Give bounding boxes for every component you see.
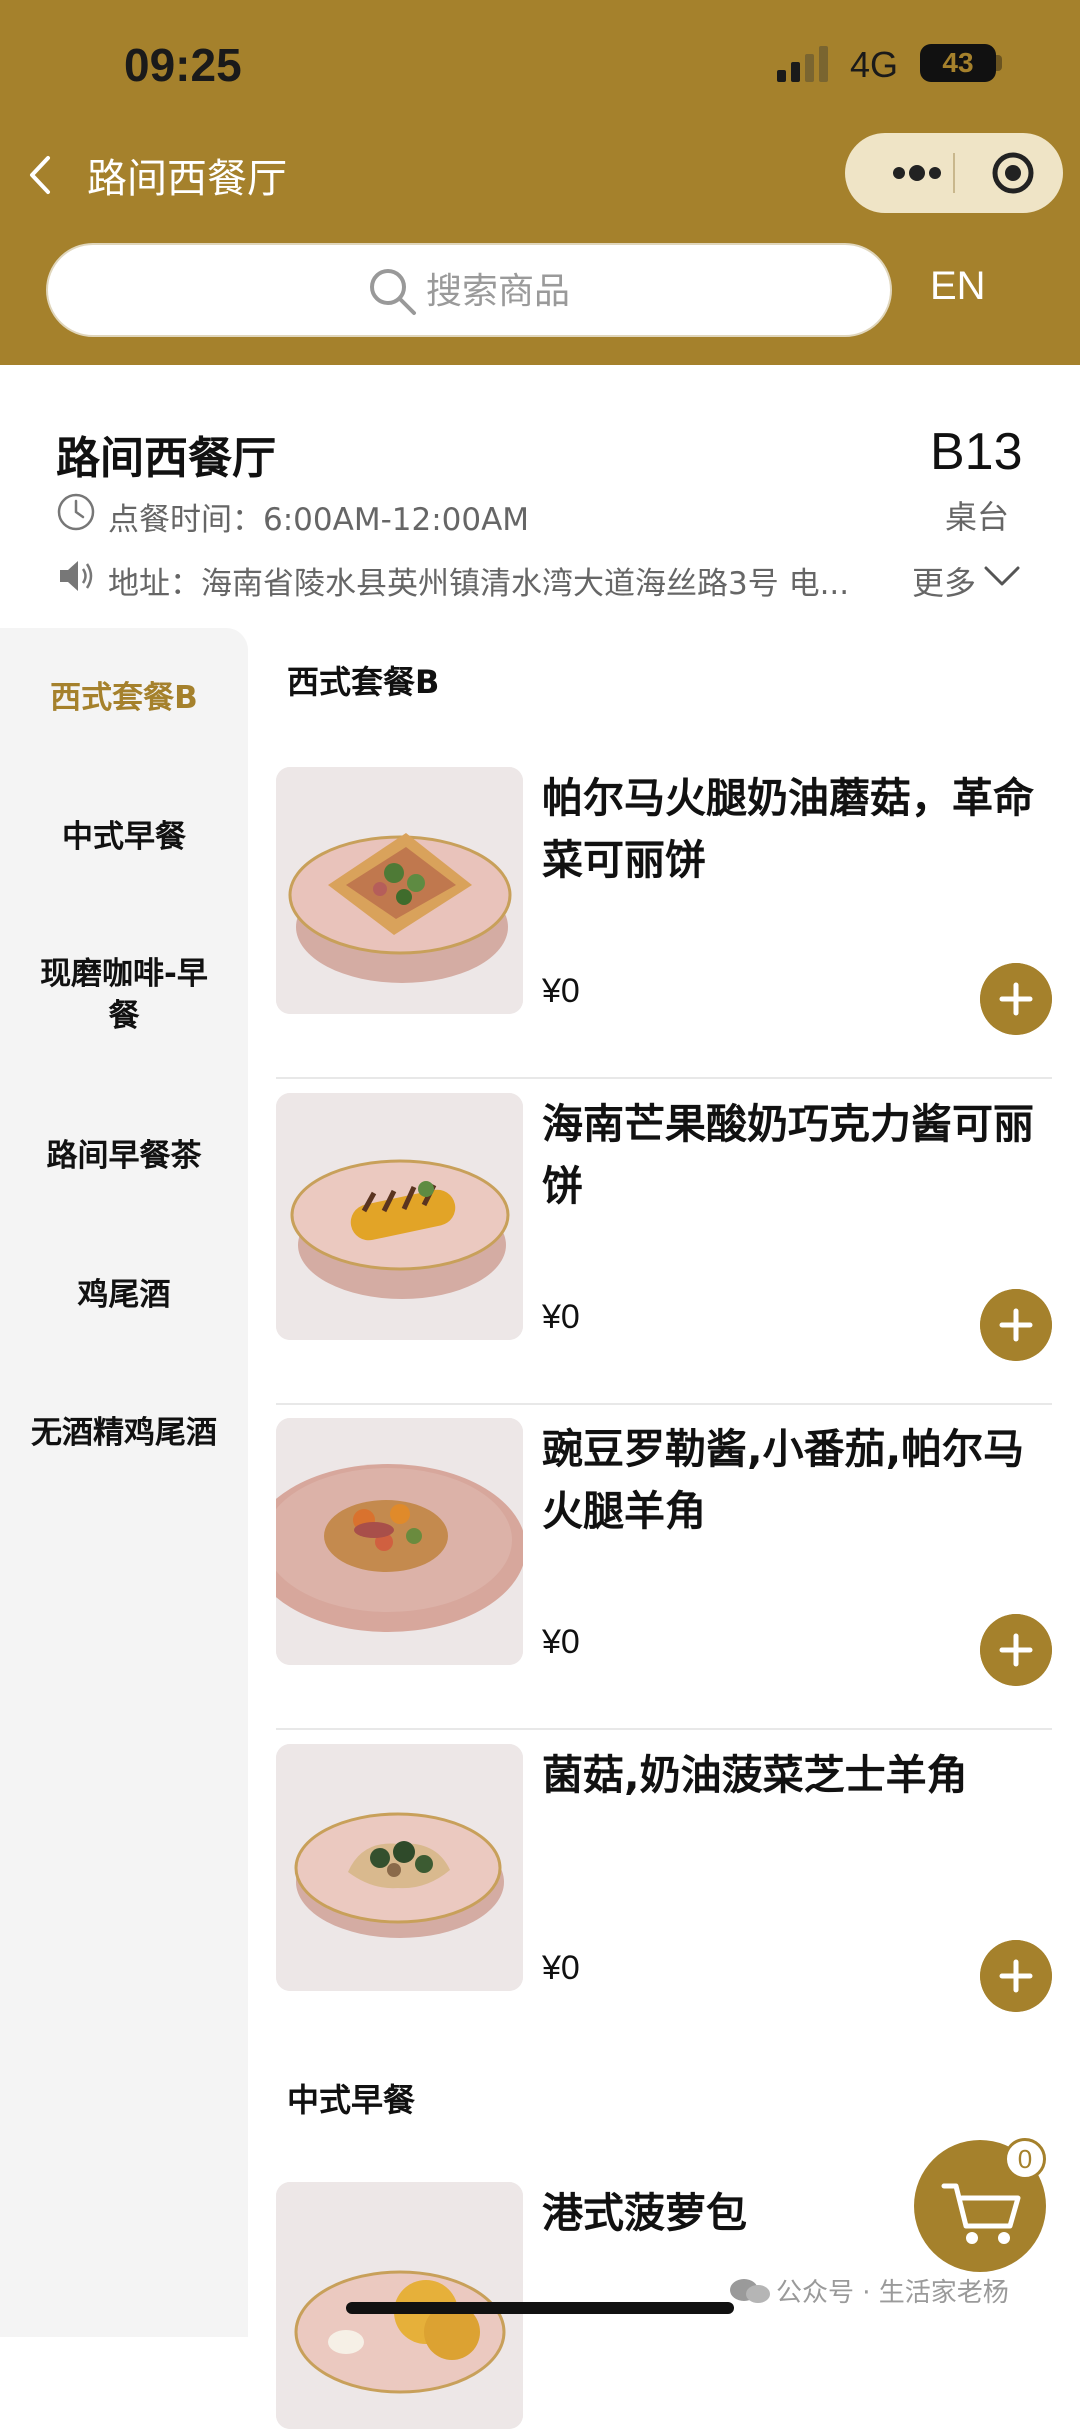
product-card[interactable]: 豌豆罗勒酱,小番茄,帕尔马火腿羊角 ¥0 bbox=[276, 1418, 1052, 1718]
wechat-icon bbox=[730, 2279, 770, 2303]
close-target-icon[interactable] bbox=[965, 133, 1055, 213]
back-arrow-icon[interactable] bbox=[20, 150, 60, 200]
add-to-cart-plus-icon[interactable] bbox=[980, 963, 1052, 1035]
chevron-down-icon[interactable] bbox=[982, 562, 1022, 592]
search-input[interactable] bbox=[424, 263, 724, 319]
category-cocktails[interactable]: 鸡尾酒 bbox=[0, 1274, 248, 1316]
battery-level: 43 bbox=[942, 47, 974, 78]
product-price: ¥0 bbox=[542, 972, 580, 1010]
product-card[interactable]: 海南芒果酸奶巧克力酱可丽饼 ¥0 bbox=[276, 1093, 1052, 1393]
product-card[interactable]: 帕尔马火腿奶油蘑菇，革命菜可丽饼 ¥0 bbox=[276, 767, 1052, 1067]
row-divider bbox=[276, 1728, 1052, 1730]
cart-count-badge: 0 bbox=[1004, 2138, 1046, 2180]
product-name: 菌菇,奶油菠菜芝士羊角 bbox=[542, 1751, 968, 1799]
product-image[interactable] bbox=[276, 767, 523, 1014]
product-card[interactable]: 菌菇,奶油菠菜芝士羊角 ¥0 bbox=[276, 1744, 1052, 2044]
product-price: ¥0 bbox=[542, 1949, 580, 1987]
header-bar: 09:25 4G 43 路间西餐厅 EN bbox=[0, 0, 1080, 365]
search-box[interactable] bbox=[46, 243, 892, 337]
section-title: 中式早餐 bbox=[287, 2081, 416, 2119]
product-image[interactable] bbox=[276, 1093, 523, 1340]
category-mocktails[interactable]: 无酒精鸡尾酒 bbox=[0, 1412, 248, 1454]
product-image[interactable] bbox=[276, 1418, 523, 1665]
category-fresh-coffee[interactable]: 现磨咖啡-早餐 bbox=[0, 953, 248, 1037]
signal-icon bbox=[777, 46, 828, 82]
capsule-divider bbox=[953, 153, 955, 193]
store-name: 路间西餐厅 bbox=[56, 433, 276, 484]
watermark-text: 公众号 · 生活家老杨 bbox=[776, 2278, 1009, 2308]
product-price: ¥0 bbox=[542, 1623, 580, 1661]
section-title: 西式套餐B bbox=[287, 663, 440, 701]
category-western-set-b[interactable]: 西式套餐B bbox=[0, 677, 248, 719]
product-price: ¥0 bbox=[542, 1298, 580, 1336]
more-link[interactable]: 更多 bbox=[912, 558, 976, 604]
table-number: B13 bbox=[930, 423, 1023, 481]
status-time: 09:25 bbox=[124, 39, 242, 91]
speaker-icon bbox=[60, 561, 93, 591]
category-chinese-breakfast[interactable]: 中式早餐 bbox=[0, 816, 248, 858]
nav-title: 路间西餐厅 bbox=[87, 156, 287, 202]
product-image[interactable] bbox=[276, 1744, 523, 1991]
row-divider bbox=[276, 1077, 1052, 1079]
add-to-cart-plus-icon[interactable] bbox=[980, 1289, 1052, 1361]
ordering-hours: 点餐时间：6:00AM-12:00AM bbox=[108, 502, 530, 538]
category-breakfast-tea[interactable]: 路间早餐茶 bbox=[0, 1135, 248, 1177]
battery-icon: 43 bbox=[920, 44, 996, 82]
search-icon bbox=[370, 269, 416, 315]
network-type: 4G bbox=[850, 44, 899, 85]
mini-program-capsule bbox=[845, 133, 1063, 213]
clock-icon bbox=[57, 493, 95, 531]
category-sidebar: 西式套餐B 中式早餐 现磨咖啡-早餐 路间早餐茶 鸡尾酒 无酒精鸡尾酒 bbox=[0, 628, 248, 2337]
add-to-cart-plus-icon[interactable] bbox=[980, 1614, 1052, 1686]
language-toggle[interactable]: EN bbox=[930, 264, 986, 309]
product-name: 海南芒果酸奶巧克力酱可丽饼 bbox=[542, 1100, 1034, 1210]
table-label: 桌台 bbox=[945, 498, 1010, 536]
product-name: 豌豆罗勒酱,小番茄,帕尔马火腿羊角 bbox=[542, 1425, 1025, 1535]
store-address: 地址：海南省陵水县英州镇清水湾大道海丝路3号 电... bbox=[108, 566, 850, 602]
row-divider bbox=[276, 1403, 1052, 1405]
battery-tip bbox=[996, 55, 1002, 71]
add-to-cart-plus-icon[interactable] bbox=[980, 1940, 1052, 2012]
product-name: 帕尔马火腿奶油蘑菇，革命菜可丽饼 bbox=[542, 774, 1034, 884]
home-indicator bbox=[346, 2302, 734, 2314]
more-dots-icon[interactable] bbox=[877, 133, 957, 213]
